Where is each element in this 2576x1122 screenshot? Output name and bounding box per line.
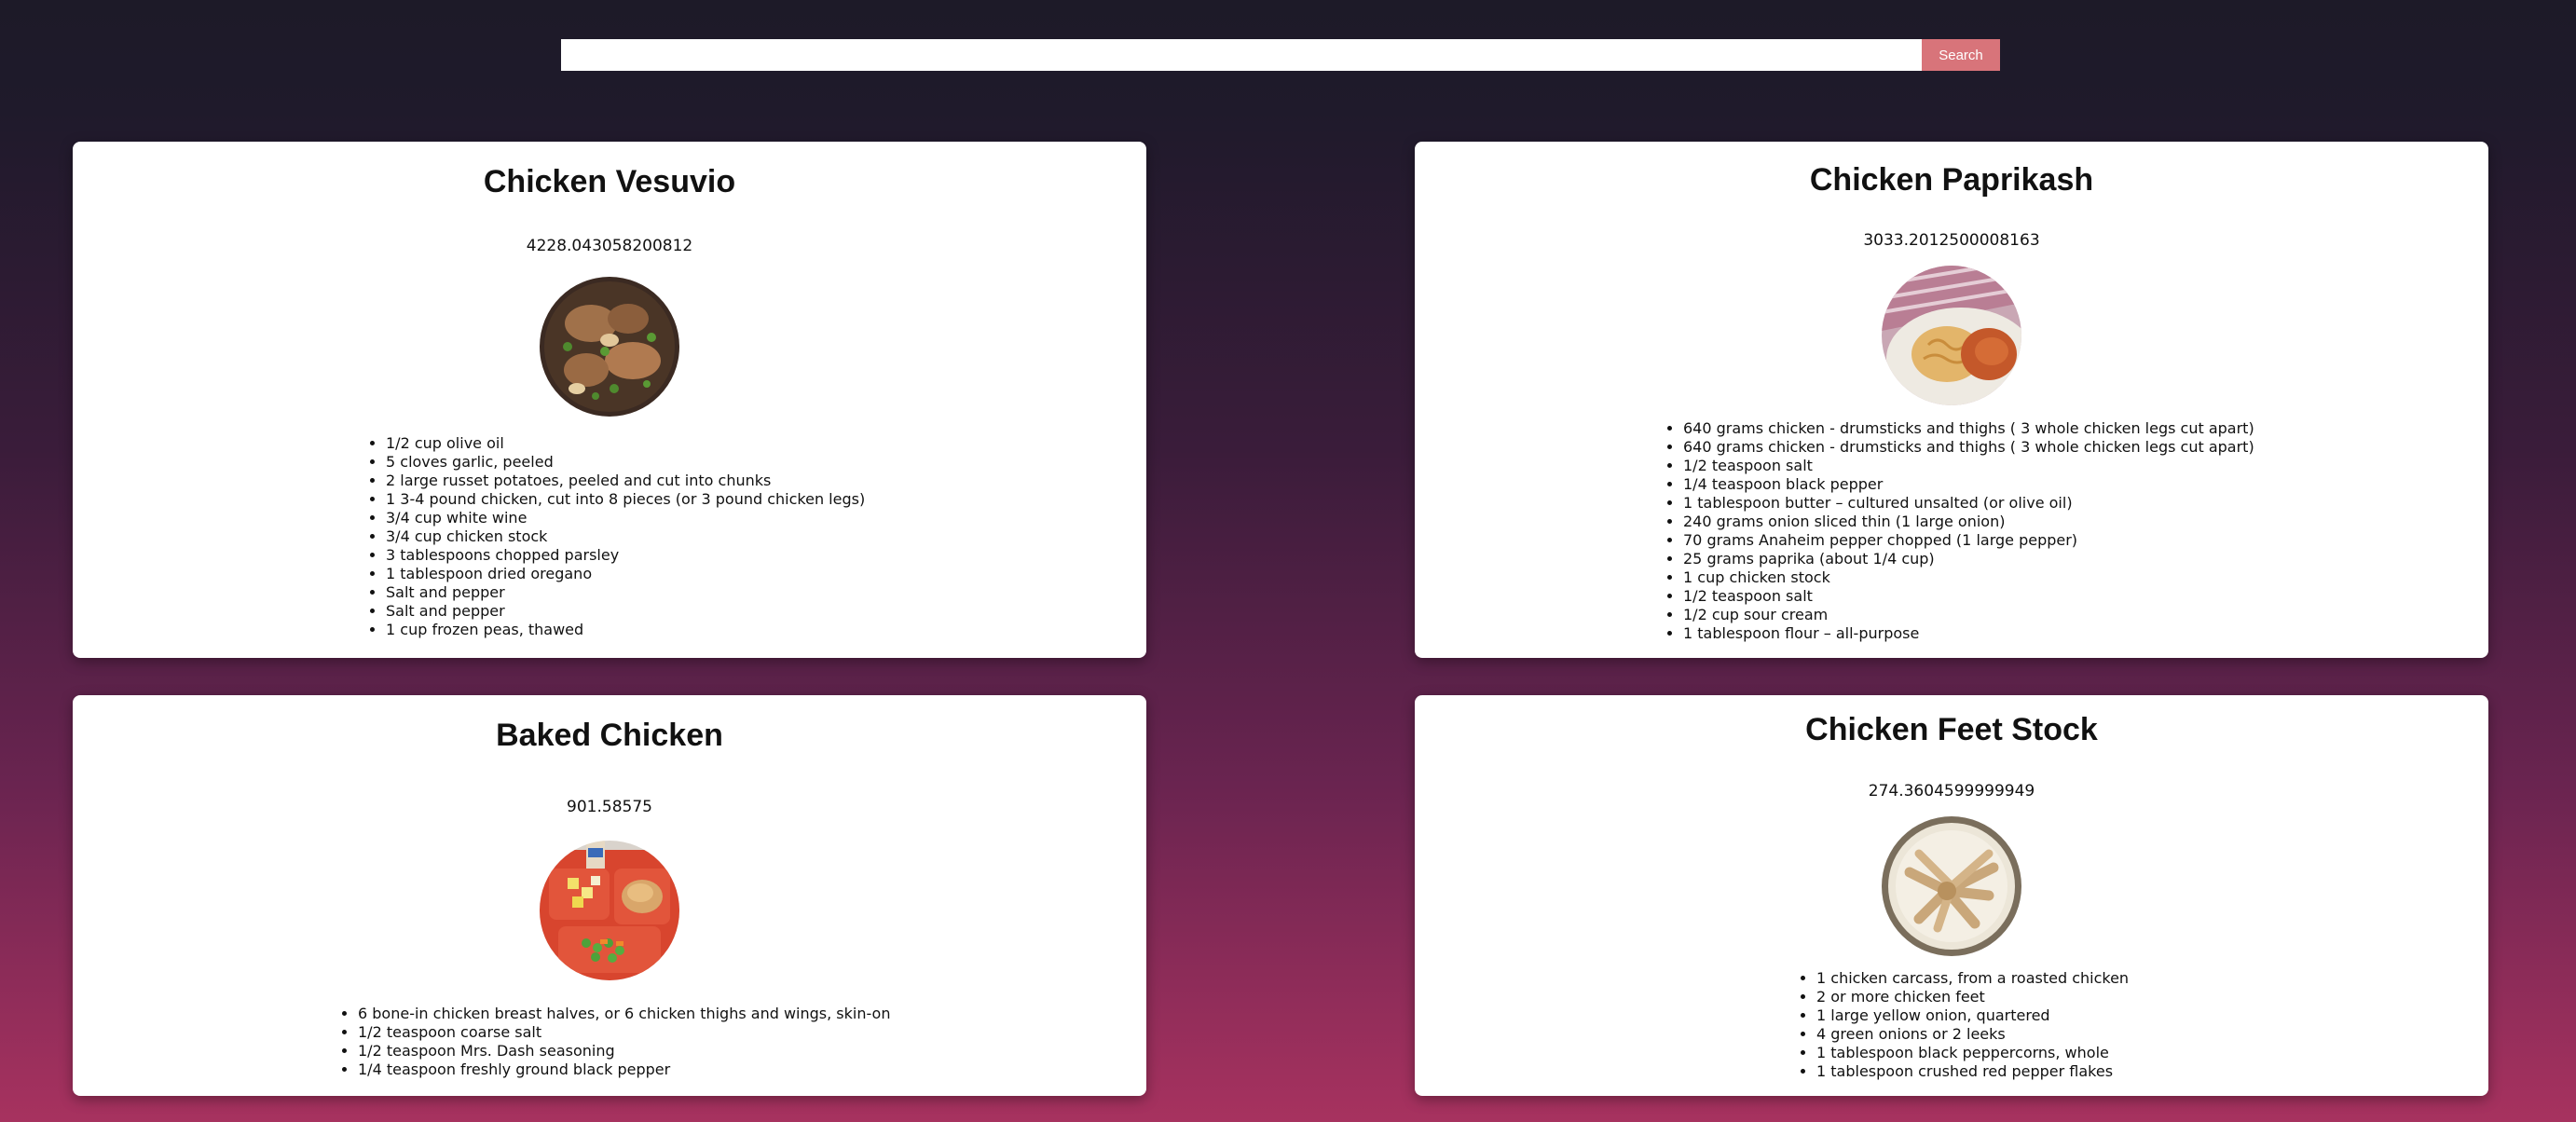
search-bar: Search [561, 39, 2000, 71]
list-item: Salt and pepper [386, 583, 865, 602]
list-item: 1 tablespoon dried oregano [386, 565, 865, 583]
list-item: 1 cup frozen peas, thawed [386, 621, 865, 639]
recipe-calories: 274.3604599999949 [1868, 782, 2035, 800]
list-item: 1/2 teaspoon coarse salt [358, 1023, 890, 1042]
recipe-title: Chicken Feet Stock [1805, 712, 2098, 747]
list-item: 1/4 teaspoon freshly ground black pepper [358, 1060, 890, 1079]
search-input[interactable] [561, 39, 1922, 71]
search-button[interactable]: Search [1922, 39, 2000, 71]
list-item: 1/2 teaspoon Mrs. Dash seasoning [358, 1042, 890, 1060]
list-item: Salt and pepper [386, 602, 865, 621]
list-item: 1 tablespoon flour – all-purpose [1683, 624, 2254, 643]
recipe-calories: 3033.2012500008163 [1863, 231, 2040, 250]
list-item: 1/2 teaspoon salt [1683, 457, 2254, 475]
baked-chicken-photo [540, 841, 679, 980]
list-item: 3 tablespoons chopped parsley [386, 546, 865, 565]
recipe-calories: 901.58575 [567, 798, 652, 816]
recipe-title: Chicken Paprikash [1809, 162, 2094, 198]
recipe-card: Chicken Paprikash 3033.2012500008163 640… [1415, 142, 2488, 658]
ingredient-list: 6 bone-in chicken breast halves, or 6 ch… [334, 1005, 890, 1079]
list-item: 1 tablespoon black peppercorns, whole [1816, 1044, 2129, 1062]
list-item: 1 tablespoon crushed red pepper flakes [1816, 1062, 2129, 1081]
list-item: 2 or more chicken feet [1816, 988, 2129, 1006]
recipe-calories: 4228.043058200812 [526, 237, 693, 255]
recipe-image [1882, 266, 2021, 405]
ingredient-list: 1/2 cup olive oil 5 cloves garlic, peele… [362, 434, 865, 639]
recipe-card: Chicken Feet Stock 274.3604599999949 1 c… [1415, 695, 2488, 1096]
recipe-card: Chicken Vesuvio 4228.043058200812 1/2 cu… [73, 142, 1146, 658]
list-item: 1 large yellow onion, quartered [1816, 1006, 2129, 1025]
recipe-title: Baked Chicken [496, 718, 723, 753]
chicken-feet-stock-photo [1882, 816, 2021, 956]
list-item: 2 large russet potatoes, peeled and cut … [386, 472, 865, 490]
list-item: 1 tablespoon butter – cultured unsalted … [1683, 494, 2254, 513]
list-item: 240 grams onion sliced thin (1 large oni… [1683, 513, 2254, 531]
list-item: 1 3-4 pound chicken, cut into 8 pieces (… [386, 490, 865, 509]
list-item: 640 grams chicken - drumsticks and thigh… [1683, 438, 2254, 457]
list-item: 1 chicken carcass, from a roasted chicke… [1816, 969, 2129, 988]
recipe-card: Baked Chicken 901.58575 6 bo [73, 695, 1146, 1096]
chicken-paprikash-photo [1882, 266, 2021, 405]
recipe-title: Chicken Vesuvio [483, 164, 736, 199]
list-item: 6 bone-in chicken breast halves, or 6 ch… [358, 1005, 890, 1023]
recipe-image [540, 277, 679, 417]
recipe-image [1882, 816, 2021, 956]
chicken-vesuvio-photo [540, 277, 679, 417]
list-item: 70 grams Anaheim pepper chopped (1 large… [1683, 531, 2254, 550]
list-item: 1/2 cup sour cream [1683, 606, 2254, 624]
list-item: 4 green onions or 2 leeks [1816, 1025, 2129, 1044]
list-item: 3/4 cup white wine [386, 509, 865, 527]
ingredient-list: 640 grams chicken - drumsticks and thigh… [1659, 419, 2254, 643]
list-item: 1/2 cup olive oil [386, 434, 865, 453]
list-item: 1 cup chicken stock [1683, 568, 2254, 587]
recipe-image [540, 841, 679, 980]
list-item: 1/2 teaspoon salt [1683, 587, 2254, 606]
list-item: 25 grams paprika (about 1/4 cup) [1683, 550, 2254, 568]
list-item: 1/4 teaspoon black pepper [1683, 475, 2254, 494]
list-item: 3/4 cup chicken stock [386, 527, 865, 546]
list-item: 640 grams chicken - drumsticks and thigh… [1683, 419, 2254, 438]
list-item: 5 cloves garlic, peeled [386, 453, 865, 472]
ingredient-list: 1 chicken carcass, from a roasted chicke… [1792, 969, 2129, 1081]
